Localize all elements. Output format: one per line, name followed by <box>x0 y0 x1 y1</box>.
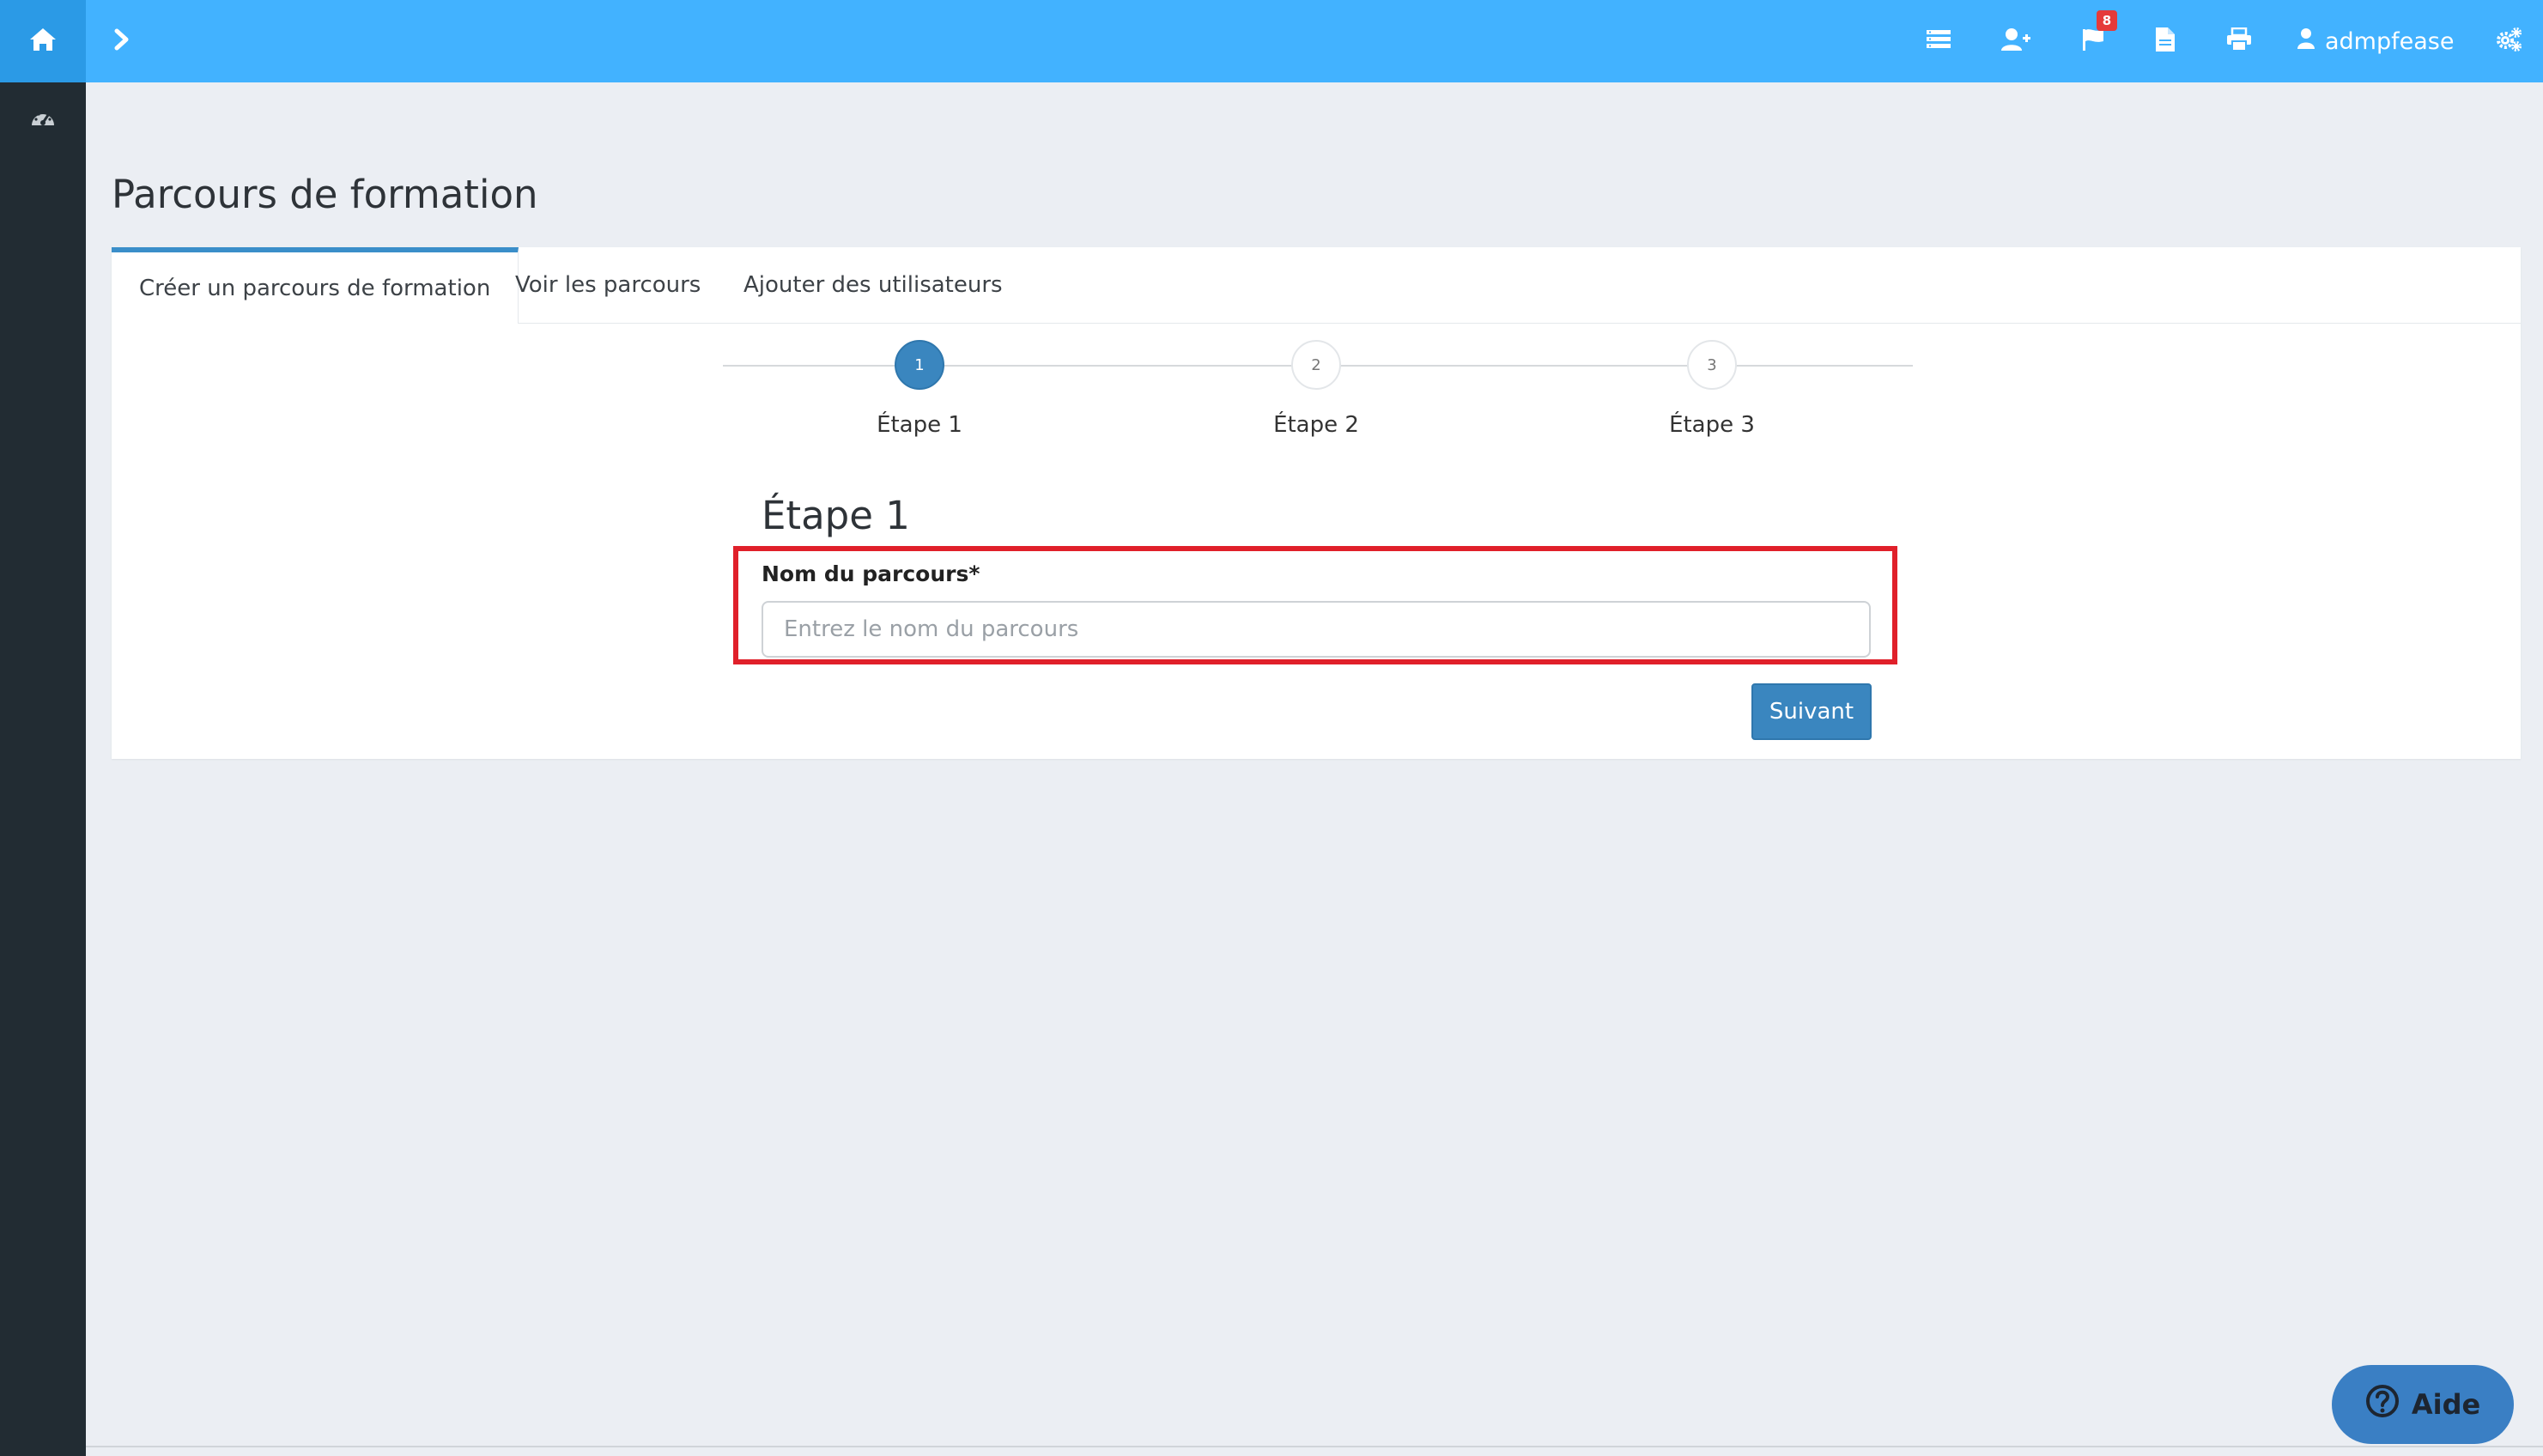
settings-button[interactable] <box>2490 22 2528 60</box>
user-menu[interactable]: admpfease <box>2297 22 2454 60</box>
user-icon <box>2297 27 2315 55</box>
top-navbar: 8 admpfease <box>0 0 2543 82</box>
help-button[interactable]: Aide <box>2332 1365 2514 1444</box>
dashboard-icon <box>30 107 56 131</box>
tab-bar: Créer un parcours de formation Voir les … <box>112 247 2521 324</box>
step-3-indicator: 3 <box>1687 340 1737 390</box>
path-name-label: Nom du parcours* <box>762 561 980 586</box>
sidebar-toggle-button[interactable] <box>105 24 139 58</box>
step-1-label: Étape 1 <box>877 412 962 438</box>
help-label: Aide <box>2411 1388 2481 1421</box>
print-icon <box>2226 27 2252 55</box>
username-label: admpfease <box>2325 27 2455 55</box>
file-icon <box>2155 27 2176 56</box>
tab-create-path[interactable]: Créer un parcours de formation <box>112 247 519 324</box>
step-2-indicator: 2 <box>1291 340 1341 390</box>
list-icon <box>1926 28 1951 54</box>
footer-divider <box>86 1446 2543 1447</box>
list-button[interactable] <box>1920 22 1957 60</box>
path-name-input[interactable] <box>762 601 1871 658</box>
cogs-icon <box>2495 27 2522 56</box>
step-heading: Étape 1 <box>762 493 910 538</box>
next-button[interactable]: Suivant <box>1751 683 1872 740</box>
step-1-indicator: 1 <box>895 340 944 390</box>
step-3-label: Étape 3 <box>1669 412 1755 438</box>
content-card: Créer un parcours de formation Voir les … <box>112 247 2521 759</box>
sidebar-item-dashboard[interactable] <box>26 105 60 134</box>
home-icon <box>28 27 58 56</box>
page-title: Parcours de formation <box>112 172 538 217</box>
home-button[interactable] <box>0 0 86 82</box>
sidebar <box>0 82 86 1456</box>
user-plus-icon <box>2000 27 2031 55</box>
add-user-button[interactable] <box>1997 22 2035 60</box>
document-button[interactable] <box>2146 22 2184 60</box>
tab-add-users[interactable]: Ajouter des utilisateurs <box>743 247 1003 323</box>
step-2-label: Étape 2 <box>1273 412 1359 438</box>
notification-badge: 8 <box>2097 10 2117 31</box>
flag-icon <box>2080 27 2106 56</box>
question-icon <box>2365 1384 2400 1425</box>
print-button[interactable] <box>2220 22 2258 60</box>
chevron-right-icon <box>113 28 130 54</box>
tab-view-paths[interactable]: Voir les parcours <box>515 247 701 323</box>
